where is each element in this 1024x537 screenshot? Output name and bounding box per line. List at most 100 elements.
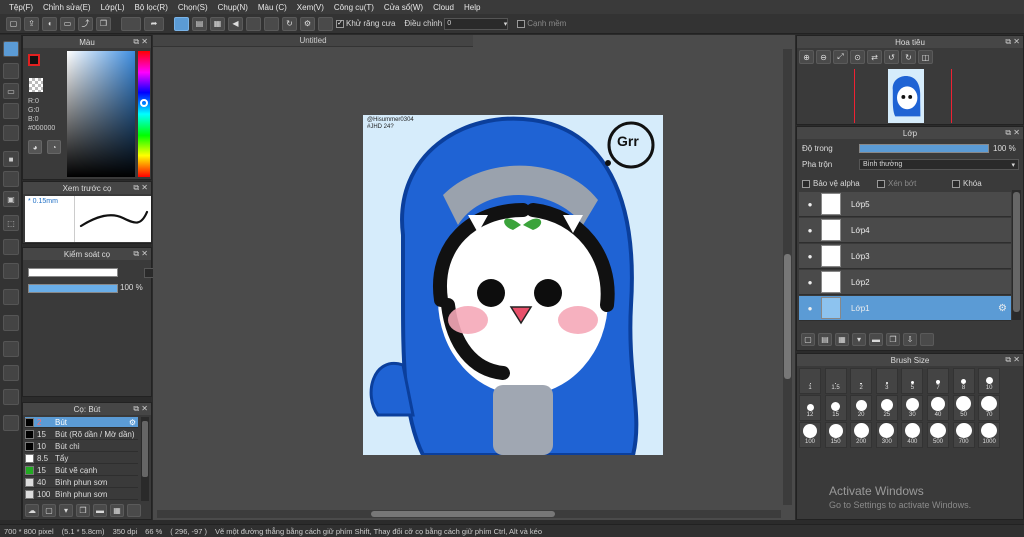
blank-tool-icon[interactable] [246,16,261,31]
text-tool-icon[interactable] [3,239,19,255]
brush-size-option[interactable]: 1 [799,368,821,394]
move-icon[interactable] [3,125,19,141]
new-file-icon[interactable]: ▢ [6,16,21,31]
menu-item[interactable]: Cloud [428,3,459,12]
rect-select-icon[interactable]: ▭ [3,83,19,99]
menu-item[interactable]: Công cụ(T) [329,3,379,12]
share-icon[interactable]: ⤴ [78,16,93,31]
adjust-select[interactable]: 0 ▾ [444,17,509,30]
hand-icon[interactable] [3,289,19,305]
brush-size-option[interactable]: 30 [901,395,924,421]
antialias-toggle[interactable]: ✓ Khử răng cưa [336,19,395,28]
layer-add-menu-icon[interactable]: ▾ [852,333,866,346]
brush-size-option[interactable]: 1000 [978,422,1001,448]
transparent-swatch[interactable] [29,78,43,92]
lock-checkbox[interactable] [952,179,960,188]
panel-close-icon[interactable]: ⧉ ✕ [1005,355,1020,365]
export-icon[interactable]: ⇪ [24,16,39,31]
visibility-eye-icon[interactable]: ● [799,278,821,287]
brush-opacity-slider[interactable] [28,284,118,293]
fit-screen-icon[interactable]: ⤢ [833,50,848,64]
zoom-out-icon[interactable]: ⊖ [816,50,831,64]
triangle-left-icon[interactable]: ◀ [228,16,243,31]
menu-item[interactable]: Lớp(L) [96,3,130,12]
visibility-eye-icon[interactable]: ● [799,226,821,235]
menu-item[interactable]: Xem(V) [292,3,329,12]
layer-row[interactable]: ● Lớp4 [799,218,1011,243]
new-brush-icon[interactable]: ▢ [42,504,56,517]
square-icon[interactable] [318,16,333,31]
brush-paste-icon[interactable]: ▦ [110,504,124,517]
blank-tool-icon-2[interactable] [264,16,279,31]
brush-size-option[interactable]: 15 [824,395,847,421]
brush-cloud-icon[interactable]: ☁ [25,504,39,517]
antialias-checkbox[interactable]: ✓ [336,19,344,28]
rotate-left-icon[interactable]: ↺ [884,50,899,64]
brush-size-option[interactable]: 1.5 [824,368,847,394]
panel-close-icon[interactable]: ⧉ ✕ [133,37,148,47]
edge-toggle[interactable]: Cạnh mềm [517,19,566,28]
palette-icon[interactable]: ◕ [28,140,42,154]
brush-list-item[interactable]: 2 Bút ⚙ [25,417,138,428]
brush-list-item[interactable]: 15 Bút vẽ cạnh [25,465,138,476]
new-layer-icon[interactable]: ▢ [801,333,815,346]
chat-icon[interactable]: ▭ [60,16,75,31]
brush-size-option[interactable]: 400 [901,422,924,448]
panel-close-icon[interactable]: ⧉ ✕ [133,183,148,193]
menu-item[interactable]: Help [459,3,485,12]
lasso-icon[interactable] [3,103,19,119]
saturation-value-picker[interactable] [67,51,135,177]
layer-mode-icon[interactable]: ▤ [192,16,207,31]
brush-list-item[interactable]: 15 Bút (Rõ dần / Mờ dần) [25,429,138,440]
redo-button[interactable]: ➦ [144,16,164,31]
protect-alpha-checkbox[interactable] [802,179,810,188]
brush-list-item[interactable]: 8.5 Tẩy [25,453,138,464]
visibility-eye-icon[interactable]: ● [799,252,821,261]
select-pen-icon[interactable]: ⬚ [3,215,19,231]
brush-delete-icon[interactable] [127,504,141,517]
brush-size-option[interactable]: 10 [978,368,1001,394]
panel-close-icon[interactable]: ⧉ ✕ [133,249,148,259]
brush-folder-icon[interactable]: ▬ [93,504,107,517]
navigator-viewport[interactable] [854,69,952,123]
duplicate-layer-icon[interactable]: ❐ [886,333,900,346]
brush-size-option[interactable]: 500 [927,422,949,448]
hue-knob[interactable] [140,99,148,107]
select-mode-icon[interactable] [174,16,189,31]
menu-item[interactable]: Bộ lọc(R) [130,3,173,12]
brush-size-option[interactable]: 3 [875,368,898,394]
hue-slider[interactable] [138,51,150,177]
canvas-vertical-scrollbar[interactable] [783,49,792,505]
layer-list-scrollbar[interactable] [1012,190,1021,320]
clipping-toggle[interactable]: Xén bớt [877,179,916,188]
menu-item[interactable]: Màu (C) [253,3,292,12]
protect-alpha-toggle[interactable]: Bảo vệ alpha [802,179,860,188]
brush-tool-icon[interactable] [3,41,19,57]
brush-size-option[interactable]: 40 [927,395,949,421]
brush-menu-icon[interactable]: ▾ [59,504,73,517]
visibility-eye-icon[interactable]: ● [799,304,821,313]
zoom-in-icon[interactable]: ⊕ [799,50,814,64]
brush-size-option[interactable]: 20 [850,395,873,421]
color-wheel-icon[interactable]: ◔ [47,140,61,154]
gradient-icon[interactable] [3,171,19,187]
clipping-checkbox[interactable] [877,179,885,188]
rotate-view-icon[interactable] [3,415,19,431]
menu-item[interactable]: Chụp(N) [213,3,253,12]
eyedropper-icon[interactable] [3,263,19,279]
brush-size-option[interactable]: 200 [850,422,873,448]
brush-size-option[interactable]: 50 [952,395,975,421]
eraser-tool-icon[interactable] [3,63,19,79]
layer-settings-icon[interactable]: ⚙ [998,303,1007,314]
brush-size-option[interactable]: 7 [927,368,949,394]
lock-toggle[interactable]: Khóa [952,179,982,188]
edge-checkbox[interactable] [517,19,526,28]
rotate-icon[interactable]: ↻ [282,16,297,31]
panel-toggle-icon[interactable] [3,341,19,357]
brush-size-option[interactable]: 150 [824,422,847,448]
brush-size-option[interactable]: 8 [952,368,975,394]
brush-copy-icon[interactable]: ❐ [76,504,90,517]
panel-close-icon[interactable]: ⧉ ✕ [1005,37,1020,47]
blend-mode-select[interactable]: Bình thường ▾ [859,159,1019,170]
speech-bubble-icon[interactable]: ◖ [42,16,57,31]
